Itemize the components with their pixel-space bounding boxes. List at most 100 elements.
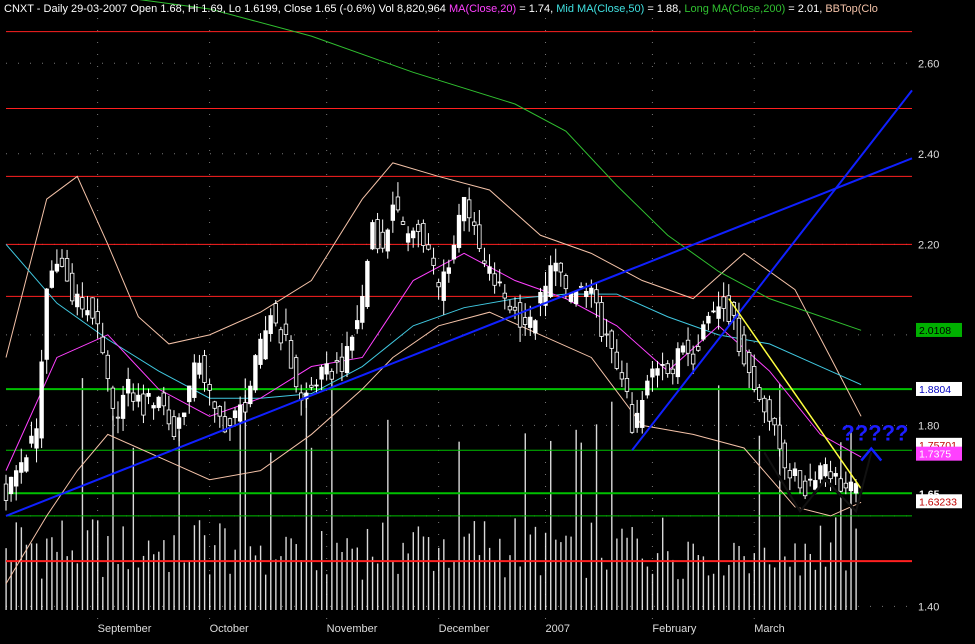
candle-body: [431, 257, 436, 266]
candle-body: [324, 363, 329, 375]
volume-bar: [509, 555, 511, 610]
volume-bar: [565, 535, 567, 610]
y-tick-label: 2.20: [918, 239, 939, 251]
candle-body: [670, 368, 675, 375]
volume-bar: [51, 537, 53, 610]
volume-bar: [621, 528, 623, 610]
candle-body: [19, 462, 24, 473]
volume-bar: [672, 559, 674, 610]
volume-bar: [483, 521, 486, 610]
candle-body: [293, 357, 299, 388]
candle-body: [39, 361, 44, 439]
candle-body: [49, 270, 54, 288]
volume-bar: [748, 573, 750, 610]
candle-body: [44, 288, 49, 360]
volume-bar: [773, 567, 776, 610]
candle-body: [283, 323, 289, 336]
candle: [39, 349, 44, 449]
candle-body: [599, 302, 604, 337]
volume-bar: [25, 544, 28, 610]
candle-body: [838, 478, 843, 492]
candle-body: [355, 320, 360, 330]
volume-bar: [580, 442, 582, 610]
volume-bar: [356, 547, 359, 610]
volume-bar: [504, 577, 506, 610]
volume-bar: [687, 541, 689, 610]
candle-body: [131, 392, 136, 402]
month-label: November: [327, 623, 378, 635]
candle-body: [782, 442, 787, 469]
volume-bar: [86, 530, 89, 610]
candle-body: [813, 480, 818, 490]
candle-body: [614, 351, 619, 369]
volume-bar: [193, 525, 196, 610]
candle-body: [288, 340, 294, 369]
value-badge-label: 2.0108: [919, 325, 951, 337]
header-part: MA(Close,20): [449, 3, 516, 15]
candle-body: [594, 289, 599, 304]
volume-bar: [499, 538, 501, 610]
volume-bar: [616, 538, 618, 610]
candle-body: [95, 311, 100, 325]
candle-body: [3, 483, 9, 501]
candle-body: [690, 353, 696, 365]
candle-body: [192, 362, 197, 398]
candle-body: [563, 275, 569, 290]
candle-body: [54, 263, 60, 272]
volume-bar: [219, 523, 221, 610]
volume-bar: [438, 547, 440, 610]
volume-bar: [10, 560, 12, 610]
volume-bar: [784, 556, 786, 610]
volume-bar: [804, 543, 806, 610]
volume-bar: [560, 542, 562, 610]
candle-body: [497, 281, 502, 284]
volume-bar: [814, 569, 817, 610]
volume-bar: [824, 566, 827, 610]
candle-body: [716, 306, 721, 319]
volume-bar: [320, 531, 323, 610]
candle-body: [802, 480, 808, 497]
volume-bar: [458, 441, 460, 610]
volume-bar: [229, 573, 231, 610]
volume-bar: [142, 555, 145, 610]
volume-bar: [346, 538, 348, 610]
candle-body: [461, 196, 467, 222]
candle-body: [777, 424, 782, 450]
candle-body: [736, 317, 742, 352]
volume-bar: [743, 556, 745, 610]
volume-bar: [290, 538, 292, 610]
candle: [288, 335, 294, 369]
candle-body: [436, 282, 441, 288]
volume-bar: [183, 562, 185, 610]
volume-bar: [376, 563, 379, 610]
volume-bar: [153, 554, 155, 610]
value-badge-label: 1.7375: [919, 449, 951, 461]
candle-body: [466, 199, 472, 219]
candle-body: [685, 339, 691, 354]
volume-bar: [351, 548, 353, 610]
candle-body: [584, 290, 589, 298]
candle-body: [578, 285, 584, 288]
candle-body: [762, 397, 767, 413]
volume-bar: [677, 579, 679, 610]
candle-body: [141, 393, 146, 416]
volume-bar: [112, 415, 114, 610]
candle-body: [360, 296, 365, 323]
candle-body: [385, 229, 390, 252]
volume-bar: [799, 575, 801, 610]
candle-body: [477, 224, 482, 249]
volume-bar: [46, 538, 48, 610]
candle-body: [13, 470, 19, 487]
candle-body: [100, 336, 105, 354]
volume-bar: [534, 526, 537, 610]
volume-bar: [758, 435, 761, 610]
candle: [370, 219, 375, 251]
candle-body: [411, 230, 416, 239]
candle-body: [517, 302, 523, 328]
volume-bar: [575, 429, 577, 610]
month-label: 2007: [546, 623, 570, 635]
volume-bar: [188, 561, 191, 610]
chart-header: CNXT - Daily 29-03-2007 Open 1.68, Hi 1.…: [4, 3, 878, 15]
volume-bar: [524, 433, 526, 610]
candle-body: [268, 315, 273, 334]
